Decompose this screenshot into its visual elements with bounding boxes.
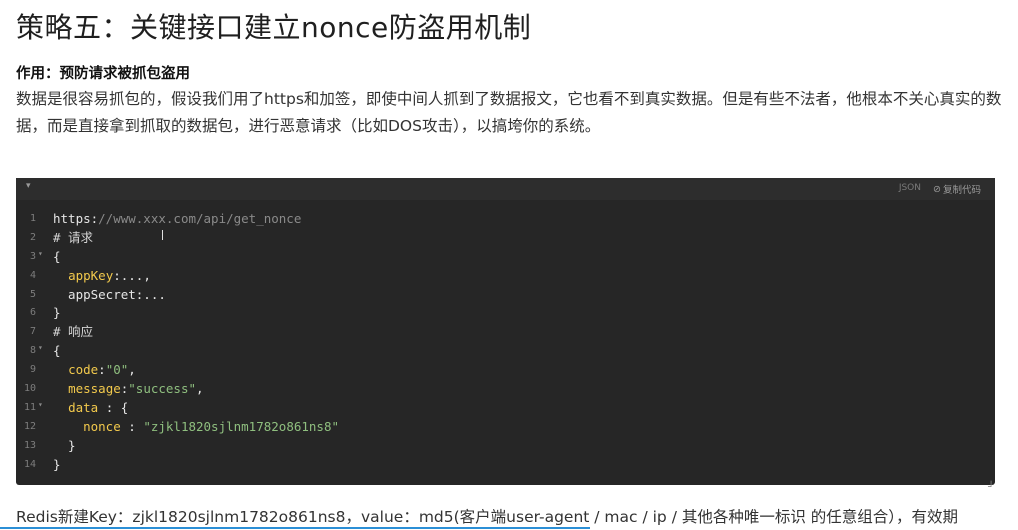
code-token: : {	[98, 399, 129, 415]
code-line: 12 nonce : "zjkl1820sjlnm1782o861ns8"	[16, 418, 995, 437]
text-cursor	[162, 230, 163, 240]
line-number: 13	[23, 439, 36, 451]
code-token: }	[53, 437, 76, 453]
code-line-text: {	[53, 248, 61, 267]
code-line-text: {	[53, 342, 61, 361]
code-line-text: }	[53, 456, 61, 475]
code-token: {	[53, 248, 61, 264]
code-line-text: }	[53, 437, 76, 456]
line-number: 6	[29, 307, 36, 319]
code-token: }	[53, 305, 61, 321]
copy-code-label: 复制代码	[942, 185, 981, 196]
code-line: 10 message:"success",	[16, 380, 995, 399]
code-line-text: # 请求	[53, 229, 93, 248]
code-token: appKey	[68, 267, 114, 283]
code-token: }	[53, 456, 61, 472]
line-number: 11	[23, 401, 36, 413]
code-line-text: # 响应	[53, 323, 93, 342]
code-token: code	[68, 362, 99, 378]
code-language-label: JSON	[898, 183, 921, 193]
code-line-text: code:"0",	[53, 361, 136, 380]
code-token: ,	[128, 362, 136, 378]
code-token: appSecret:...	[53, 286, 166, 302]
code-line-text: appKey:...,	[53, 267, 151, 286]
code-line-text: data : {	[53, 399, 128, 418]
chevron-down-icon[interactable]: ▾	[26, 181, 31, 191]
code-token: # 响应	[53, 324, 94, 340]
code-line: 8 ▾ {	[16, 342, 995, 361]
code-token: message	[68, 381, 121, 397]
code-token: nonce	[83, 418, 121, 434]
code-line-text: nonce : "zjkl1820sjlnm1782o861ns8"	[53, 418, 339, 437]
selection-underline	[0, 527, 590, 529]
code-block-header: ▾ JSON ⊘ 复制代码	[16, 178, 995, 200]
redis-key-paragraph: Redis新建Key：zjkl1820sjlnm1782o861ns8，valu…	[16, 508, 959, 526]
code-line: 5 appSecret:...	[16, 286, 995, 305]
line-number: 9	[29, 364, 36, 376]
code-token: "zjkl1820sjlnm1782o861ns8"	[143, 418, 339, 434]
line-number: 7	[29, 326, 36, 338]
section-subheading: 作用：预防请求被抓包盗用	[16, 66, 190, 82]
code-line: 1 https://www.xxx.com/api/get_nonce	[16, 210, 995, 229]
line-number: 8	[29, 345, 36, 357]
code-block: ▾ JSON ⊘ 复制代码 1 https://www.xxx.com/api/g…	[16, 178, 995, 485]
code-body: 1 https://www.xxx.com/api/get_nonce 2 # 请求 3…	[16, 210, 995, 474]
code-line: 3 ▾ {	[16, 248, 995, 267]
code-line-text: message:"success",	[53, 380, 204, 399]
code-line: 9 code:"0",	[16, 361, 995, 380]
code-token: data	[68, 399, 99, 415]
line-number: 4	[29, 269, 36, 281]
description-paragraph: 数据是很容易抓包的，假设我们用了https和加签，即使中间人抓到了数据报文，它也…	[16, 90, 1002, 135]
page-title: 策略五：关键接口建立nonce防盗用机制	[16, 11, 532, 44]
link-icon: ⊘	[933, 183, 941, 195]
code-line: 6}	[16, 304, 995, 323]
line-number: 2	[29, 231, 36, 243]
code-line: 13 }	[16, 437, 995, 456]
code-line-text: }	[53, 304, 61, 323]
code-token: # 请求	[53, 229, 94, 245]
code-token: "success"	[128, 381, 197, 397]
code-token: //www.xxx.com/api/get_nonce	[98, 211, 302, 226]
code-line: 7 # 响应	[16, 323, 995, 342]
code-token: :...,	[113, 267, 151, 283]
line-number: 14	[23, 458, 36, 470]
code-token: :	[120, 418, 144, 434]
code-line: 11 ▾ data : {	[16, 399, 995, 418]
code-token: {	[53, 343, 61, 359]
code-line-text: appSecret:...	[53, 286, 166, 305]
fold-toggle-icon[interactable]: ▾	[38, 245, 43, 264]
line-number: 3	[29, 250, 36, 262]
code-line: 14}	[16, 456, 995, 475]
code-token: ,	[196, 381, 204, 397]
line-number: 5	[29, 288, 36, 300]
fold-toggle-icon[interactable]: ▾	[38, 396, 43, 415]
line-number: 1	[29, 213, 36, 224]
code-token: :	[98, 362, 106, 378]
copy-code-button[interactable]: ⊘ 复制代码	[933, 182, 981, 197]
fold-toggle-icon[interactable]: ▾	[38, 339, 43, 358]
code-token: https:	[53, 211, 99, 226]
resize-handle-icon[interactable]: ┘	[988, 482, 994, 493]
code-line: 4 appKey:...,	[16, 267, 995, 286]
code-line-text: https://www.xxx.com/api/get_nonce	[53, 210, 301, 229]
line-number: 10	[23, 383, 36, 395]
line-number: 12	[23, 420, 36, 432]
code-token: "0"	[105, 362, 129, 378]
